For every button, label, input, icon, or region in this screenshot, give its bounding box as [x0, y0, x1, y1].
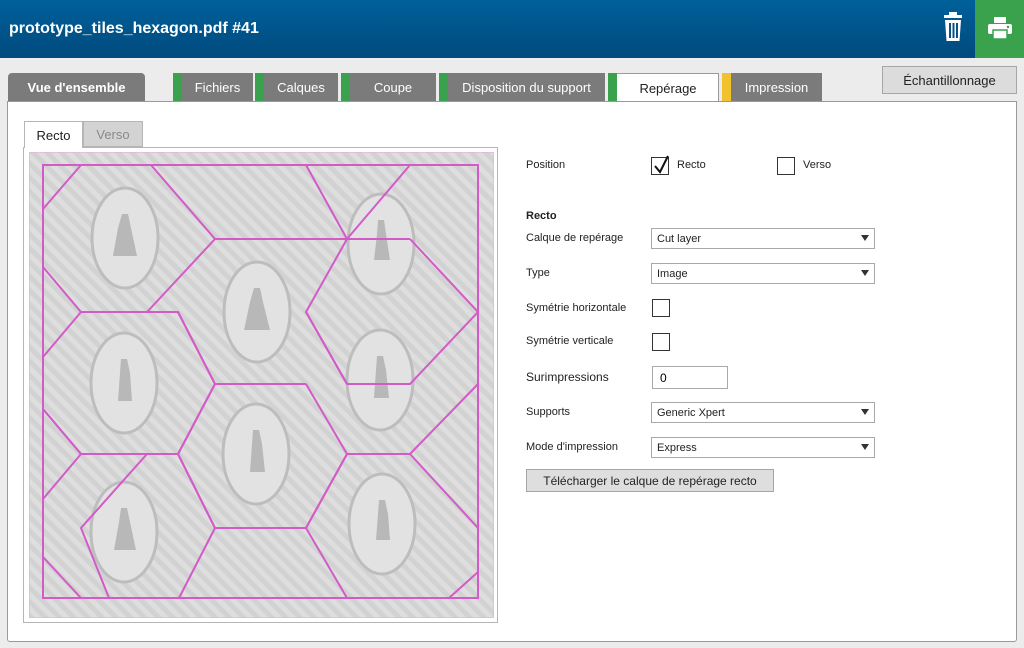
tab-registration[interactable]: Repérage [608, 73, 719, 102]
position-verso-checkbox[interactable] [777, 157, 795, 175]
dropdown-arrow-icon [861, 444, 869, 450]
tab-label: Coupe [373, 79, 413, 95]
tab-print[interactable]: Impression [722, 73, 822, 101]
mode-label: Mode d'impression [526, 441, 618, 453]
status-indicator [439, 73, 448, 101]
tab-label: Disposition du support [462, 79, 591, 95]
section-title: Recto [526, 210, 557, 222]
sym-v-label: Symétrie verticale [526, 335, 614, 347]
mode-value: Express [657, 441, 697, 454]
surimp-input[interactable] [652, 366, 728, 389]
tab-cut[interactable]: Coupe [341, 73, 436, 101]
tab-layers[interactable]: Calques [255, 73, 338, 101]
sym-v-checkbox[interactable] [652, 333, 670, 351]
calque-value: Cut layer [657, 232, 702, 245]
status-indicator [608, 73, 617, 102]
type-select[interactable]: Image [651, 263, 875, 284]
status-indicator [255, 73, 264, 101]
sym-h-checkbox[interactable] [652, 299, 670, 317]
sym-h-label: Symétrie horizontale [526, 302, 627, 314]
surimp-label: Surimpressions [526, 370, 609, 384]
tab-media-layout[interactable]: Disposition du support [439, 73, 605, 101]
tab-label: Calques [277, 79, 325, 95]
registration-preview [23, 147, 498, 623]
dropdown-arrow-icon [861, 235, 869, 241]
calque-label: Calque de repérage [526, 232, 624, 244]
checkmark-icon [654, 155, 669, 174]
tile-preview-image [29, 152, 494, 618]
trash-icon[interactable] [934, 9, 972, 47]
download-registration-button[interactable]: Télécharger le calque de repérage recto [526, 469, 774, 492]
calque-select[interactable]: Cut layer [651, 228, 875, 249]
position-recto-label: Recto [677, 159, 706, 171]
type-value: Image [657, 267, 688, 280]
supports-value: Generic Xpert [657, 406, 725, 419]
print-button[interactable] [975, 0, 1024, 58]
app-header: prototype_tiles_hexagon.pdf #41 [0, 0, 1024, 58]
tab-overview[interactable]: Vue d'ensemble [8, 73, 145, 101]
type-label: Type [526, 267, 550, 279]
tab-label: Impression [744, 79, 809, 95]
printer-icon [988, 17, 1012, 39]
status-indicator [341, 73, 350, 101]
tab-files[interactable]: Fichiers [173, 73, 253, 101]
supports-select[interactable]: Generic Xpert [651, 402, 875, 423]
subtab-verso[interactable]: Verso [83, 121, 143, 147]
tab-label: Vue d'ensemble [27, 79, 126, 95]
subtab-recto[interactable]: Recto [24, 121, 83, 148]
tab-label: Repérage [639, 80, 697, 96]
sampling-button[interactable]: Échantillonnage [882, 66, 1017, 94]
position-verso-label: Verso [803, 159, 832, 171]
position-label: Position [526, 159, 566, 171]
document-title: prototype_tiles_hexagon.pdf #41 [9, 20, 259, 37]
dropdown-arrow-icon [861, 270, 869, 276]
mode-select[interactable]: Express [651, 437, 875, 458]
tab-label: Fichiers [194, 79, 241, 95]
position-recto-checkbox[interactable] [651, 155, 669, 175]
dropdown-arrow-icon [861, 409, 869, 415]
status-indicator [722, 73, 731, 101]
supports-label: Supports [526, 406, 571, 418]
status-indicator [173, 73, 182, 101]
